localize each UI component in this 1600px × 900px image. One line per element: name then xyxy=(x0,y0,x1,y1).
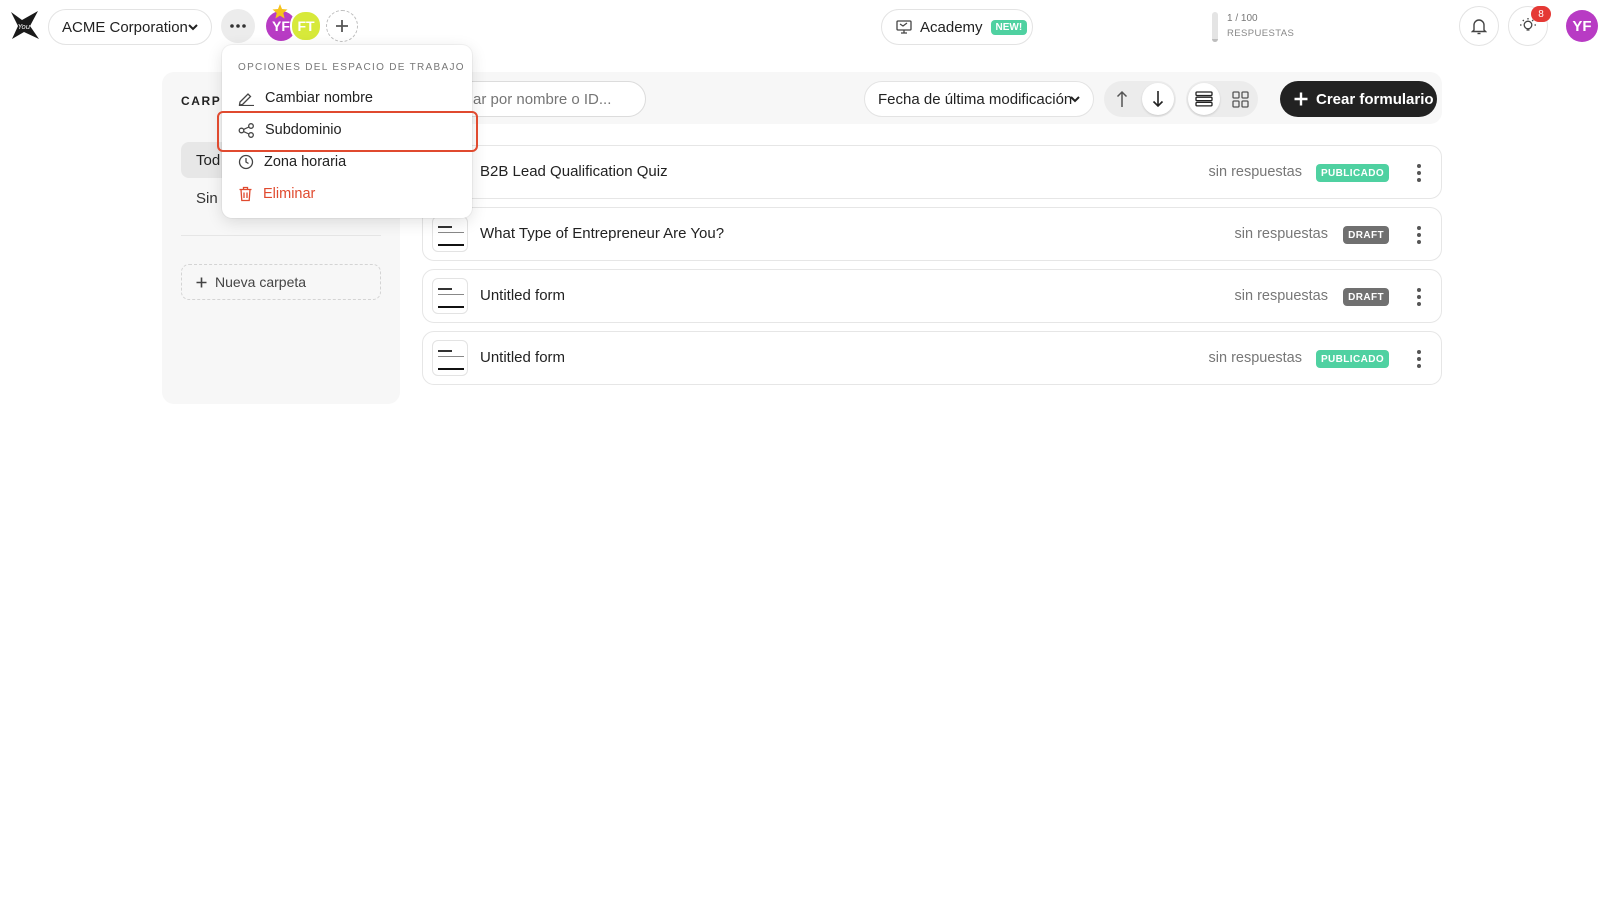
sort-selector[interactable]: Fecha de última modificación xyxy=(864,81,1094,117)
arrow-down-icon xyxy=(1152,91,1164,108)
form-thumbnail xyxy=(432,340,468,376)
owner-star-icon xyxy=(272,4,288,19)
form-row[interactable]: B2B Lead Qualification Quiz sin respuest… xyxy=(422,145,1442,199)
form-row[interactable]: Untitled form sin respuestas PUBLICADO xyxy=(422,331,1442,385)
responses-count: 1 / 100 xyxy=(1227,13,1258,24)
workspace-options-button[interactable] xyxy=(221,9,255,43)
sort-descending-button[interactable] xyxy=(1142,83,1174,115)
status-badge: DRAFT xyxy=(1343,226,1389,244)
chevron-down-icon xyxy=(188,24,198,31)
menu-header: OPCIONES DEL ESPACIO DE TRABAJO xyxy=(238,62,465,73)
highlight-box xyxy=(217,111,478,152)
responses-progress-fill xyxy=(1212,39,1218,42)
form-options-button[interactable] xyxy=(1413,347,1425,371)
bell-icon xyxy=(1471,18,1487,34)
status-badge: PUBLICADO xyxy=(1315,164,1389,182)
notification-count-badge: 8 xyxy=(1531,6,1551,22)
plus-icon xyxy=(336,20,348,32)
plus-icon xyxy=(1294,92,1308,106)
responses-label: RESPUESTAS xyxy=(1227,28,1295,39)
arrow-up-icon xyxy=(1116,90,1128,107)
form-title[interactable]: B2B Lead Qualification Quiz xyxy=(480,163,668,180)
chevron-down-icon xyxy=(1070,96,1080,103)
form-responses: sin respuestas xyxy=(1234,226,1329,242)
form-options-button[interactable] xyxy=(1413,285,1425,309)
sort-label: Fecha de última modificación xyxy=(878,90,1073,108)
notifications-button[interactable] xyxy=(1459,6,1499,46)
menu-item-timezone[interactable]: Zona horaria xyxy=(238,148,458,176)
status-badge: DRAFT xyxy=(1343,288,1389,306)
new-folder-button[interactable]: Nueva carpeta xyxy=(181,264,381,300)
workspace-selector[interactable]: ACME Corporation xyxy=(48,9,212,45)
plus-icon xyxy=(196,277,207,287)
more-vertical-icon xyxy=(1417,350,1421,354)
folders-title: CARP xyxy=(181,94,222,108)
more-vertical-icon xyxy=(1417,164,1421,168)
form-thumbnail xyxy=(432,278,468,314)
grid-view-icon xyxy=(1231,90,1249,108)
trash-icon xyxy=(239,186,252,202)
view-mode-toggle xyxy=(1186,81,1258,117)
form-title[interactable]: What Type of Entrepreneur Are You? xyxy=(480,225,724,242)
divider xyxy=(181,235,381,236)
list-view-icon xyxy=(1195,91,1213,107)
sort-ascending-button[interactable] xyxy=(1106,83,1138,115)
menu-item-rename[interactable]: Cambiar nombre xyxy=(238,84,458,112)
add-member-button[interactable] xyxy=(326,10,358,42)
create-form-button[interactable]: Crear formulario xyxy=(1280,81,1437,117)
academy-label: Academy xyxy=(920,18,983,36)
form-thumbnail xyxy=(432,216,468,252)
member-avatar[interactable]: FT xyxy=(290,10,322,42)
new-badge: NEW! xyxy=(990,19,1028,35)
form-row[interactable]: What Type of Entrepreneur Are You? sin r… xyxy=(422,207,1442,261)
academy-button[interactable]: Academy NEW! xyxy=(881,9,1033,45)
workspace-name: ACME Corporation xyxy=(62,18,188,36)
folder-uncategorized[interactable]: Sin xyxy=(196,190,218,207)
academy-icon xyxy=(896,20,912,34)
more-vertical-icon xyxy=(1417,288,1421,292)
form-responses: sin respuestas xyxy=(1208,164,1303,180)
menu-item-delete[interactable]: Eliminar xyxy=(238,180,458,208)
form-responses: sin respuestas xyxy=(1208,350,1303,366)
more-vertical-icon xyxy=(1417,226,1421,230)
form-options-button[interactable] xyxy=(1413,161,1425,185)
more-horizontal-icon xyxy=(230,24,246,28)
responses-progress-bar xyxy=(1212,12,1218,42)
svg-text:You: You xyxy=(18,23,31,31)
pencil-icon xyxy=(238,92,254,106)
form-row[interactable]: Untitled form sin respuestas DRAFT xyxy=(422,269,1442,323)
status-badge: PUBLICADO xyxy=(1315,350,1389,368)
form-responses: sin respuestas xyxy=(1234,288,1329,304)
app-logo[interactable]: You xyxy=(8,8,42,42)
sort-direction-toggle xyxy=(1104,81,1176,117)
form-title[interactable]: Untitled form xyxy=(480,287,565,304)
user-avatar[interactable]: YF xyxy=(1566,10,1598,42)
list-view-button[interactable] xyxy=(1188,83,1220,115)
form-title[interactable]: Untitled form xyxy=(480,349,565,366)
clock-icon xyxy=(238,154,254,170)
form-options-button[interactable] xyxy=(1413,223,1425,247)
grid-view-button[interactable] xyxy=(1224,83,1256,115)
